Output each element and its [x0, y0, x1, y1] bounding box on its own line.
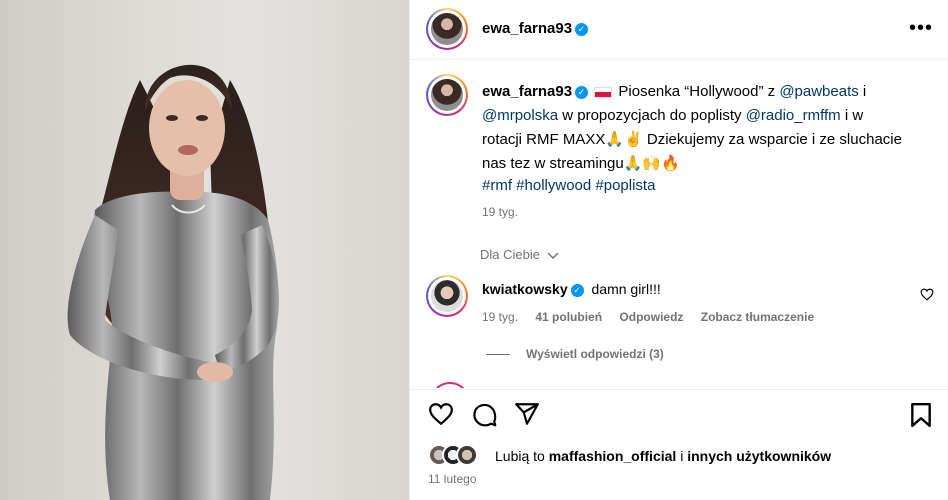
- caption-avatar[interactable]: [426, 74, 468, 116]
- commenter-avatar[interactable]: [426, 275, 468, 317]
- more-options-icon[interactable]: •••: [909, 18, 933, 38]
- like-comment-heart-icon[interactable]: [920, 288, 934, 304]
- mention-mrpolska[interactable]: @mrpolska: [482, 107, 558, 124]
- author-username[interactable]: ewa_farna93: [482, 20, 572, 37]
- verified-badge-icon: ✓: [570, 283, 584, 297]
- next-comment-avatar-peek: [430, 382, 470, 388]
- likes-text: Lubią to maffashion_official i innych uż…: [495, 448, 831, 464]
- comment-item: kwiatkowsky ✓ damn girl!!!: [482, 281, 661, 297]
- caption-text: Piosenka “Hollywood” z: [614, 83, 780, 100]
- post-date[interactable]: 11 lutego: [428, 472, 477, 486]
- share-send-icon[interactable]: [514, 402, 540, 429]
- like-heart-icon[interactable]: [428, 402, 454, 429]
- mention-radio-rmffm[interactable]: @radio_rmffm: [746, 107, 841, 124]
- author-name-row: ewa_farna93 ✓: [482, 20, 589, 37]
- photo-illustration: [67, 64, 280, 500]
- verified-badge-icon: ✓: [575, 22, 589, 36]
- caption-text: i: [858, 83, 867, 100]
- comment-bubble-icon[interactable]: [472, 402, 498, 431]
- mention-pawbeats[interactable]: @pawbeats: [779, 83, 858, 100]
- caption-hashtags[interactable]: #rmf #hollywood #poplista: [482, 177, 655, 194]
- post-photo[interactable]: [0, 0, 409, 500]
- likes-summary: Lubią to maffashion_official i innych uż…: [428, 444, 938, 468]
- save-bookmark-icon[interactable]: [910, 402, 932, 431]
- comment-sort-dropdown[interactable]: Dla Ciebie: [480, 247, 559, 263]
- post-header: ewa_farna93 ✓ •••: [410, 0, 948, 60]
- post-details-panel: ewa_farna93 ✓ ••• ewa_farna93 ✓ Piosenka “…: [409, 0, 948, 500]
- see-translation-button[interactable]: Zobacz tłumaczenie: [701, 310, 814, 324]
- comment-sort-label: Dla Ciebie: [480, 247, 540, 262]
- poland-flag-icon: [594, 86, 613, 98]
- likes-mid: i: [676, 448, 688, 464]
- chevron-down-icon: [547, 248, 559, 263]
- post-actions-bar: [410, 389, 948, 439]
- liker-username-link[interactable]: maffashion_official: [549, 448, 677, 464]
- comment-text: damn girl!!!: [591, 281, 661, 297]
- caption-text: w propozycjach do poplisty: [558, 107, 746, 124]
- comment-age: 19 tyg.: [482, 310, 519, 324]
- view-replies-button[interactable]: Wyświetl odpowiedzi (3): [486, 347, 664, 361]
- replies-divider: [486, 354, 510, 356]
- likes-prefix: Lubią to: [495, 448, 549, 464]
- liker-avatar[interactable]: [456, 444, 478, 466]
- view-replies-label: Wyświetl odpowiedzi (3): [526, 347, 664, 361]
- commenter-username[interactable]: kwiatkowsky: [482, 281, 568, 297]
- verified-badge-icon: ✓: [575, 85, 589, 99]
- comment-meta: 19 tyg. 41 polubień Odpowiedz Zobacz tłu…: [482, 310, 814, 324]
- author-avatar[interactable]: [426, 8, 468, 50]
- post-caption: ewa_farna93 ✓ Piosenka “Hollywood” z @paw…: [482, 80, 902, 176]
- caption-age: 19 tyg.: [482, 205, 519, 219]
- reply-button[interactable]: Odpowiedz: [619, 310, 683, 324]
- instagram-post-modal: ewa_farna93 ✓ ••• ewa_farna93 ✓ Piosenka “…: [0, 0, 948, 500]
- comment-likes-link[interactable]: 41 polubień: [535, 310, 602, 324]
- other-likers-link[interactable]: innych użytkowników: [687, 448, 831, 464]
- caption-username[interactable]: ewa_farna93: [482, 83, 572, 100]
